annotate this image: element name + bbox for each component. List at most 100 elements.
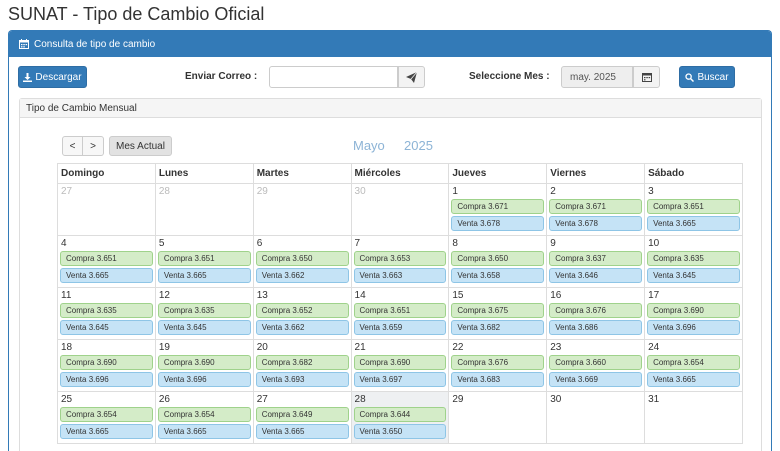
buy-rate-event[interactable]: Compra 3.635: [157, 303, 251, 318]
buy-rate-event[interactable]: Compra 3.654: [60, 407, 153, 422]
sell-rate-event[interactable]: Venta 3.650: [353, 424, 447, 439]
sell-rate-event[interactable]: Venta 3.697: [353, 372, 447, 387]
month-input[interactable]: may. 2025: [561, 66, 633, 88]
sell-rate-event[interactable]: Venta 3.665: [157, 424, 251, 439]
sell-rate-event[interactable]: Venta 3.683: [451, 372, 545, 387]
calendar-day-cell[interactable]: 25 Compra 3.654 Venta 3.665: [57, 391, 156, 444]
sell-rate-event[interactable]: Venta 3.663: [353, 268, 447, 283]
buy-rate-event[interactable]: Compra 3.651: [353, 303, 447, 318]
calendar-day-cell[interactable]: 18 Compra 3.690 Venta 3.696: [57, 339, 156, 392]
calendar-day-cell[interactable]: 31: [644, 391, 743, 444]
buy-rate-event[interactable]: Compra 3.690: [647, 303, 740, 318]
calendar-day-cell[interactable]: 29: [448, 391, 548, 444]
buy-rate-event[interactable]: Compra 3.671: [451, 199, 545, 214]
sell-rate-event[interactable]: Venta 3.665: [60, 424, 153, 439]
buy-rate-event[interactable]: Compra 3.635: [60, 303, 153, 318]
calendar-day-cell[interactable]: 2 Compra 3.671 Venta 3.678: [546, 183, 646, 236]
buy-rate-event[interactable]: Compra 3.690: [157, 355, 251, 370]
month-picker-button[interactable]: [633, 66, 660, 88]
download-button[interactable]: Descargar: [18, 66, 87, 88]
sell-rate-event[interactable]: Venta 3.665: [255, 424, 349, 439]
calendar-day-cell[interactable]: 22 Compra 3.676 Venta 3.683: [448, 339, 548, 392]
sell-rate-event[interactable]: Venta 3.678: [451, 216, 545, 231]
calendar-day-cell[interactable]: 6 Compra 3.650 Venta 3.662: [252, 235, 352, 288]
calendar-day-cell[interactable]: 10 Compra 3.635 Venta 3.645: [644, 235, 743, 288]
sell-rate-event[interactable]: Venta 3.696: [60, 372, 153, 387]
buy-rate-event[interactable]: Compra 3.650: [255, 251, 349, 266]
email-input[interactable]: [269, 66, 398, 88]
calendar-day-cell[interactable]: 15 Compra 3.675 Venta 3.682: [448, 287, 548, 340]
calendar-day-cell[interactable]: 27 Compra 3.649 Venta 3.665: [252, 391, 352, 444]
buy-rate-event[interactable]: Compra 3.651: [647, 199, 740, 214]
calendar-day-cell[interactable]: 1 Compra 3.671 Venta 3.678: [448, 183, 548, 236]
buy-rate-event[interactable]: Compra 3.652: [255, 303, 349, 318]
buy-rate-event[interactable]: Compra 3.651: [60, 251, 153, 266]
sell-rate-event[interactable]: Venta 3.662: [255, 268, 349, 283]
calendar-day-cell[interactable]: 16 Compra 3.676 Venta 3.686: [546, 287, 646, 340]
calendar-day-cell[interactable]: 27: [57, 183, 156, 236]
buy-rate-event[interactable]: Compra 3.676: [451, 355, 545, 370]
sell-rate-event[interactable]: Venta 3.696: [647, 320, 740, 335]
buy-rate-event[interactable]: Compra 3.637: [549, 251, 643, 266]
buy-rate-event[interactable]: Compra 3.690: [353, 355, 447, 370]
calendar-day-cell[interactable]: 30: [546, 391, 646, 444]
current-month-button[interactable]: Mes Actual: [109, 136, 172, 156]
sell-rate-event[interactable]: Venta 3.662: [255, 320, 349, 335]
prev-month-button[interactable]: <: [62, 136, 83, 156]
calendar-day-cell[interactable]: 5 Compra 3.651 Venta 3.665: [154, 235, 254, 288]
calendar-day-cell[interactable]: 4 Compra 3.651 Venta 3.665: [57, 235, 156, 288]
calendar-day-cell[interactable]: 19 Compra 3.690 Venta 3.696: [154, 339, 254, 392]
calendar-day-cell[interactable]: 29: [252, 183, 352, 236]
sell-rate-event[interactable]: Venta 3.669: [549, 372, 643, 387]
sell-rate-event[interactable]: Venta 3.645: [157, 320, 251, 335]
calendar-day-cell[interactable]: 3 Compra 3.651 Venta 3.665: [644, 183, 743, 236]
sell-rate-event[interactable]: Venta 3.696: [157, 372, 251, 387]
sell-rate-event[interactable]: Venta 3.658: [451, 268, 545, 283]
sell-rate-event[interactable]: Venta 3.665: [60, 268, 153, 283]
buy-rate-event[interactable]: Compra 3.649: [255, 407, 349, 422]
sell-rate-event[interactable]: Venta 3.659: [353, 320, 447, 335]
calendar-day-cell[interactable]: 26 Compra 3.654 Venta 3.665: [154, 391, 254, 444]
sell-rate-event[interactable]: Venta 3.665: [647, 372, 740, 387]
buy-rate-event[interactable]: Compra 3.675: [451, 303, 545, 318]
calendar-day-cell[interactable]: 11 Compra 3.635 Venta 3.645: [57, 287, 156, 340]
calendar-day-cell[interactable]: 20 Compra 3.682 Venta 3.693: [252, 339, 352, 392]
buy-rate-event[interactable]: Compra 3.651: [157, 251, 251, 266]
buy-rate-event[interactable]: Compra 3.635: [647, 251, 740, 266]
calendar-day-cell[interactable]: 30: [350, 183, 450, 236]
buy-rate-event[interactable]: Compra 3.650: [451, 251, 545, 266]
sell-rate-event[interactable]: Venta 3.645: [60, 320, 153, 335]
search-button[interactable]: Buscar: [679, 66, 735, 88]
calendar-day-cell[interactable]: 17 Compra 3.690 Venta 3.696: [644, 287, 743, 340]
sell-rate-event[interactable]: Venta 3.686: [549, 320, 643, 335]
next-month-button[interactable]: >: [83, 136, 104, 156]
buy-rate-event[interactable]: Compra 3.654: [157, 407, 251, 422]
calendar-day-cell[interactable]: 28: [154, 183, 254, 236]
buy-rate-event[interactable]: Compra 3.660: [549, 355, 643, 370]
buy-rate-event[interactable]: Compra 3.676: [549, 303, 643, 318]
sell-rate-event[interactable]: Venta 3.682: [451, 320, 545, 335]
buy-rate-event[interactable]: Compra 3.671: [549, 199, 643, 214]
sell-rate-event[interactable]: Venta 3.665: [157, 268, 251, 283]
calendar-day-cell[interactable]: 24 Compra 3.654 Venta 3.665: [644, 339, 743, 392]
sell-rate-event[interactable]: Venta 3.665: [647, 216, 740, 231]
calendar-day-cell[interactable]: 12 Compra 3.635 Venta 3.645: [154, 287, 254, 340]
calendar-day-cell[interactable]: 9 Compra 3.637 Venta 3.646: [546, 235, 646, 288]
calendar-day-cell[interactable]: 23 Compra 3.660 Venta 3.669: [546, 339, 646, 392]
buy-rate-event[interactable]: Compra 3.644: [353, 407, 447, 422]
calendar-day-cell[interactable]: 28 Compra 3.644 Venta 3.650: [350, 391, 450, 444]
calendar-day-cell[interactable]: 7 Compra 3.653 Venta 3.663: [350, 235, 450, 288]
sell-rate-event[interactable]: Venta 3.645: [647, 268, 740, 283]
calendar-day-cell[interactable]: 21 Compra 3.690 Venta 3.697: [350, 339, 450, 392]
sell-rate-event[interactable]: Venta 3.646: [549, 268, 643, 283]
buy-rate-event[interactable]: Compra 3.690: [60, 355, 153, 370]
buy-rate-event[interactable]: Compra 3.653: [353, 251, 447, 266]
calendar-day-cell[interactable]: 13 Compra 3.652 Venta 3.662: [252, 287, 352, 340]
sell-rate-event[interactable]: Venta 3.678: [549, 216, 643, 231]
send-email-button[interactable]: [398, 66, 425, 88]
buy-rate-event[interactable]: Compra 3.682: [255, 355, 349, 370]
sell-rate-event[interactable]: Venta 3.693: [255, 372, 349, 387]
calendar-day-cell[interactable]: 14 Compra 3.651 Venta 3.659: [350, 287, 450, 340]
buy-rate-event[interactable]: Compra 3.654: [647, 355, 740, 370]
calendar-day-cell[interactable]: 8 Compra 3.650 Venta 3.658: [448, 235, 548, 288]
